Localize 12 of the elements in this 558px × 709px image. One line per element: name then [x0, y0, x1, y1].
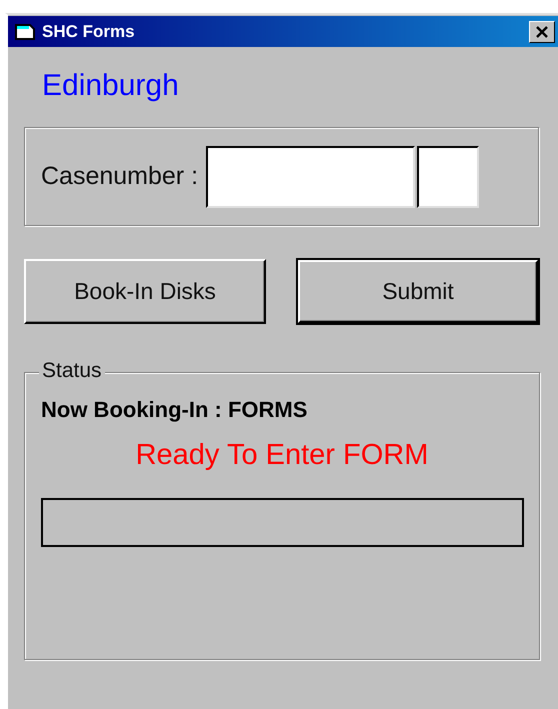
close-button[interactable] [529, 20, 555, 42]
window-title: SHC Forms [42, 22, 136, 42]
case-suffix-field[interactable] [417, 146, 480, 208]
booking-status: Now Booking-In : FORMS [41, 397, 308, 423]
close-icon [535, 26, 549, 38]
location-label: Edinburgh [42, 69, 179, 103]
case-number-label: Casenumber : [41, 162, 198, 191]
case-number-field[interactable] [206, 146, 416, 208]
window-app-icon [14, 22, 36, 40]
action-button[interactable]: Book-In Disks [24, 259, 266, 324]
action-button[interactable]: Submit [297, 259, 539, 324]
status-message: Ready To Enter FORM [136, 439, 428, 472]
